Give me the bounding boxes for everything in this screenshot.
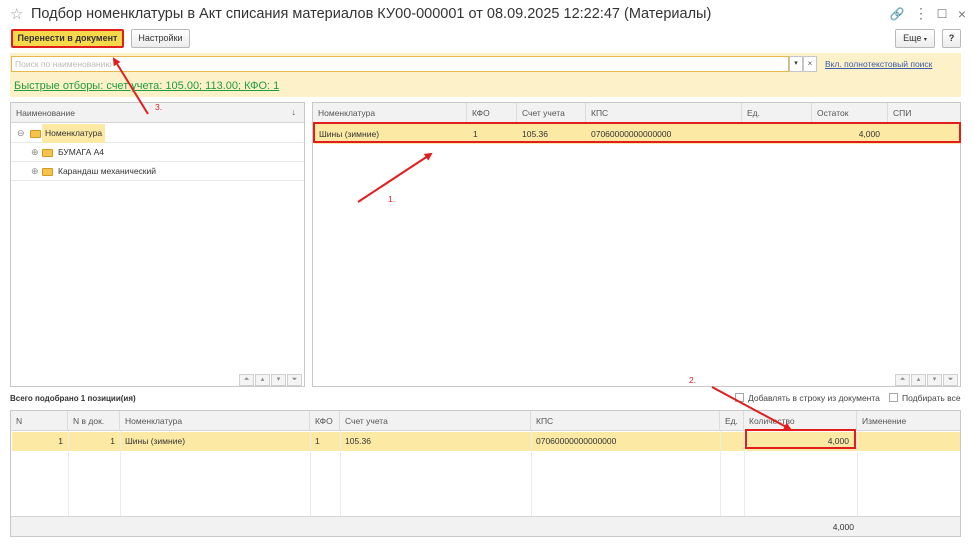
annotation-arrow-2 xyxy=(711,386,792,430)
annotation-arrow-3 xyxy=(112,57,149,115)
annotation-label-3: 3. xyxy=(155,102,163,112)
annotation-label-1: 1. xyxy=(388,194,396,204)
annotation-label-2: 2. xyxy=(689,375,697,385)
annotation-arrows xyxy=(112,57,792,430)
